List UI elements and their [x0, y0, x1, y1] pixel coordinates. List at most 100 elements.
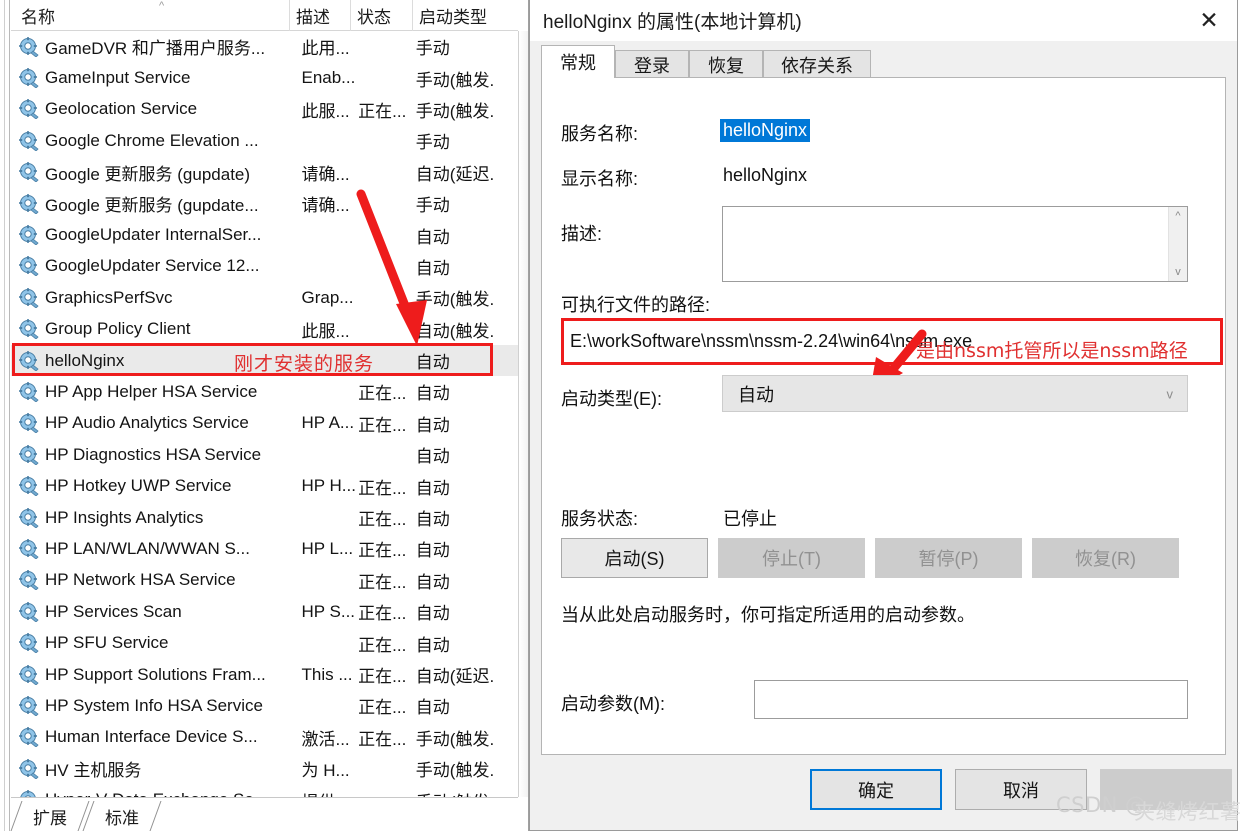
table-row[interactable]: HP SFU Service 正在... 自动 [11, 627, 518, 658]
start-parameters-input[interactable] [754, 680, 1188, 719]
table-row[interactable]: GoogleUpdater InternalSer... 自动 [11, 219, 518, 250]
service-gear-icon [19, 664, 41, 685]
scroll-up-icon[interactable]: ^ [1175, 207, 1180, 225]
cell-startup-type: 手动(触发. [415, 761, 495, 781]
table-row[interactable]: HP Network HSA Service 正在... 自动 [11, 565, 518, 596]
cell-description: 请确... [301, 196, 350, 216]
view-tab-standard[interactable]: 标准 [99, 801, 145, 831]
table-row[interactable]: GameInput Service Enab... 手动(触发. [11, 62, 518, 93]
service-name-value[interactable]: helloNginx [720, 119, 811, 142]
general-tab-page: 服务名称: helloNginx 显示名称: helloNginx 描述: ^ … [541, 77, 1226, 755]
service-gear-icon [19, 727, 41, 748]
cell-startup-type: 手动(触发. [415, 729, 495, 749]
screenshot-root: ^ 名称 描述 状态 启动类型 GameDVR 和广播用户服务... 此用... 手… [0, 0, 1248, 831]
table-row[interactable]: Group Policy Client 此服... 自动(触发. [11, 314, 518, 345]
column-header-name[interactable]: 名称 [11, 0, 290, 31]
table-row[interactable]: Google 更新服务 (gupdate... 请确... 手动 [11, 188, 518, 219]
cell-name: HP Insights Analytics [45, 507, 204, 527]
table-row[interactable]: Google 更新服务 (gupdate) 请确... 自动(延迟. [11, 157, 518, 188]
cell-status: 正在... [358, 729, 407, 749]
table-row[interactable]: HP Insights Analytics 正在... 自动 [11, 502, 518, 533]
startup-type-value: 自动 [738, 384, 774, 405]
cell-name: Google 更新服务 (gupdate) [45, 164, 251, 184]
column-header-startup-type[interactable]: 启动类型 [413, 0, 523, 31]
cell-status: 正在... [358, 667, 407, 686]
cell-name: Hyper-V Data Exchange Se... [44, 790, 301, 797]
cell-description: 请确... [301, 164, 350, 184]
tab-logon[interactable]: 登录 [615, 50, 689, 78]
startup-type-select[interactable]: 自动 v [722, 375, 1188, 412]
service-gear-icon [19, 350, 41, 371]
service-gear-icon [19, 193, 41, 214]
description-scrollbar[interactable]: ^ v [1168, 207, 1187, 281]
service-gear-icon [19, 256, 41, 277]
ok-button[interactable]: 确定 [810, 769, 942, 810]
cell-status: 正在... [358, 478, 407, 498]
table-row[interactable]: Hyper-V Data Exchange Se...提供... 手动(触发. [11, 784, 518, 797]
table-row[interactable]: Geolocation Service 此服... 正在... 手动(触发. [11, 94, 518, 125]
table-row[interactable]: HP System Info HSA Service 正在... 自动 [11, 690, 518, 721]
service-gear-icon [19, 319, 41, 340]
startup-type-label: 启动类型(E): [561, 389, 662, 409]
chevron-down-icon: v [1166, 386, 1174, 401]
service-gear-icon [19, 444, 41, 465]
dialog-title: helloNginx 的属性(本地计算机) [543, 12, 802, 33]
service-status-label: 服务状态: [561, 509, 639, 529]
executable-path-label: 可执行文件的路径: [561, 295, 711, 315]
cell-description: This ... [301, 664, 353, 684]
cell-startup-type: 手动(触发. [415, 101, 495, 121]
cell-description: 此服... [301, 101, 350, 121]
view-tab-extended[interactable]: 扩展 [27, 801, 73, 831]
table-row[interactable]: HP Support Solutions Fram... This ... 正在..… [11, 659, 518, 690]
table-row[interactable]: GoogleUpdater Service 12... 自动 [11, 251, 518, 282]
service-gear-icon [19, 758, 41, 779]
column-header-description[interactable]: 描述 [290, 0, 351, 31]
cell-startup-type: 自动 [415, 227, 450, 247]
service-gear-icon [19, 570, 41, 591]
table-row[interactable]: HP Diagnostics HSA Service 自动 [11, 439, 518, 470]
cell-status: 正在... [358, 635, 407, 655]
services-list-scrollbar[interactable] [518, 31, 528, 797]
stop-service-button: 停止(T) [718, 538, 865, 578]
cell-name: HP Audio Analytics Service [45, 413, 249, 433]
cell-description: 提供... [301, 788, 358, 797]
display-name-value[interactable]: helloNginx [723, 165, 807, 186]
table-row[interactable]: HP App Helper HSA Service 正在... 自动 [11, 376, 518, 407]
table-row[interactable]: HP LAN/WLAN/WWAN S... HP L... 正在... 自动 [11, 533, 518, 564]
description-textarea[interactable]: ^ v [722, 206, 1188, 282]
cell-startup-type: 自动 [415, 447, 450, 467]
tab-recovery[interactable]: 恢复 [689, 50, 763, 78]
table-row[interactable]: HP Hotkey UWP Service HP H... 正在... 自动 [11, 470, 518, 501]
table-row[interactable]: GraphicsPerfSvc Grap... 手动(触发. [11, 282, 518, 313]
start-service-button[interactable]: 启动(S) [561, 538, 708, 578]
cell-status: 正在... [358, 101, 407, 121]
cell-name: HP Hotkey UWP Service [45, 476, 232, 496]
cell-name: HP Support Solutions Fram... [45, 664, 266, 684]
tab-dependencies[interactable]: 依存关系 [763, 50, 871, 78]
cell-name: Google Chrome Elevation ... [45, 130, 259, 150]
dialog-titlebar: helloNginx 的属性(本地计算机) ✕ [530, 0, 1237, 41]
service-gear-icon [19, 790, 41, 797]
cell-startup-type: 手动 [415, 39, 450, 59]
cell-startup-type: 自动 [415, 384, 450, 404]
tab-general[interactable]: 常规 [541, 45, 615, 78]
service-gear-icon [19, 131, 41, 151]
cell-name: GoogleUpdater InternalSer... [45, 225, 262, 245]
table-row[interactable]: Human Interface Device S... 激活... 正在... 手动(… [11, 722, 518, 753]
cell-name: Human Interface Device S... [45, 727, 258, 747]
services-row-container[interactable]: GameDVR 和广播用户服务... 此用... 手动 GameInput Servi… [11, 31, 518, 797]
cancel-button[interactable]: 取消 [955, 769, 1087, 810]
table-row[interactable]: GameDVR 和广播用户服务... 此用... 手动 [11, 31, 518, 62]
service-gear-icon [19, 288, 41, 308]
resume-service-button: 恢复(R) [1032, 538, 1179, 578]
table-row[interactable]: HP Services Scan HP S... 正在... 自动 [11, 596, 518, 627]
table-row[interactable]: Google Chrome Elevation ... 手动 [11, 125, 518, 156]
table-row[interactable]: HV 主机服务 为 H... 手动(触发. [11, 753, 518, 784]
table-row[interactable]: HP Audio Analytics Service HP A... 正在... 自动 [11, 408, 518, 439]
service-gear-icon [19, 476, 41, 497]
cell-description: HP H... [301, 476, 356, 496]
column-header-status[interactable]: 状态 [351, 0, 413, 31]
scroll-down-icon[interactable]: v [1175, 263, 1181, 281]
cell-status: 正在... [358, 604, 407, 624]
close-icon[interactable]: ✕ [1181, 0, 1237, 41]
